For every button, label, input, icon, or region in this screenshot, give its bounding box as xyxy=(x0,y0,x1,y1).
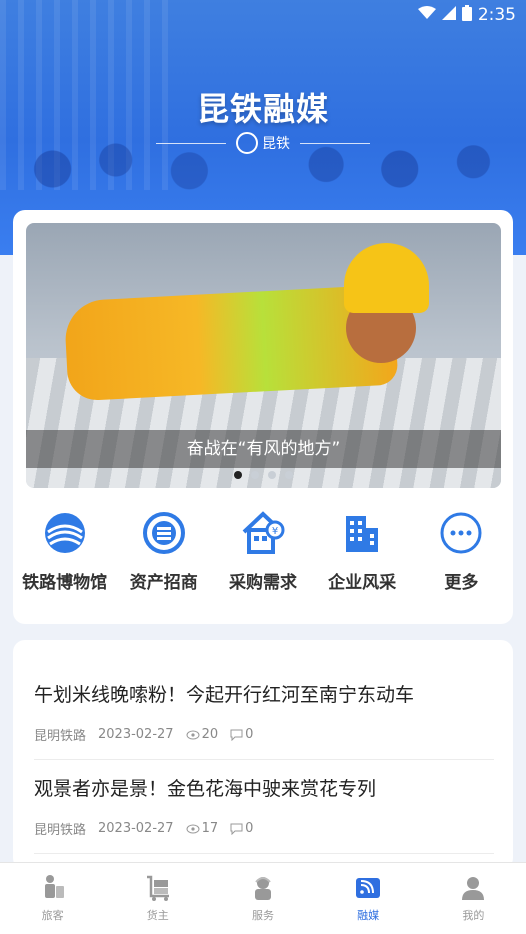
divider-line xyxy=(300,142,370,144)
status-time: 2:35 xyxy=(477,5,516,25)
bottom-tab-bar: 旅客 货主 服务 融媒 我的 xyxy=(0,862,526,934)
battery-icon xyxy=(461,5,472,25)
tab-passenger[interactable]: 旅客 xyxy=(3,874,103,923)
carousel-dot[interactable] xyxy=(251,471,259,479)
news-item[interactable]: 午划米线晚嗦粉！今起开行红河至南宁东动车 昆明铁路 2023-02-27 20 … xyxy=(34,680,494,744)
news-source: 昆明铁路 xyxy=(34,729,87,744)
featured-card: 奋战在“有风的地方” 铁路博物馆 资产招商 ¥ 采购需求 企业风采 更多 xyxy=(13,210,513,624)
news-title: 午划米线晚嗦粉！今起开行红河至南宁东动车 xyxy=(34,684,415,706)
news-source: 昆明铁路 xyxy=(34,823,87,838)
shortcut-railway-museum[interactable]: 铁路博物馆 xyxy=(17,510,113,593)
news-divider xyxy=(34,759,494,760)
views-count: 20 xyxy=(201,727,219,742)
coin-icon xyxy=(142,512,185,554)
shortcut-label: 更多 xyxy=(444,573,479,593)
carousel-dot[interactable] xyxy=(234,471,242,479)
profile-icon xyxy=(462,877,485,900)
brand-logo-row: 昆铁 xyxy=(0,132,526,154)
status-bar: 2:35 xyxy=(0,0,526,30)
tab-label: 旅客 xyxy=(41,909,64,922)
logo-text: 昆铁 xyxy=(262,136,290,152)
comment-icon xyxy=(230,729,243,741)
comments-stat: 0 xyxy=(230,821,253,836)
carousel-dot[interactable] xyxy=(285,471,293,479)
news-meta: 昆明铁路 2023-02-27 20 0 xyxy=(34,725,494,744)
brand-title: 昆铁融媒 xyxy=(196,90,329,128)
banner-caption: 奋战在“有风的地方” xyxy=(26,430,501,468)
tab-profile[interactable]: 我的 xyxy=(423,874,523,923)
carousel-dot[interactable] xyxy=(268,471,276,479)
railway-logo: 昆铁 xyxy=(236,132,290,154)
tab-label: 融媒 xyxy=(357,909,380,922)
tab-label: 服务 xyxy=(251,909,274,922)
news-title: 观景者亦是景！金色花海中驶来赏花专列 xyxy=(34,778,377,800)
carousel-indicators xyxy=(26,471,501,479)
service-icon xyxy=(254,877,271,900)
news-divider xyxy=(34,853,494,854)
comment-icon xyxy=(230,823,243,835)
eye-icon xyxy=(186,730,200,739)
svg-text:¥: ¥ xyxy=(272,526,278,537)
building-icon xyxy=(346,516,379,552)
purchase-icon: ¥ xyxy=(242,511,285,554)
museum-icon xyxy=(44,513,85,553)
tab-media[interactable]: 融媒 xyxy=(318,874,418,923)
shortcut-label: 资产招商 xyxy=(129,573,198,593)
eye-icon xyxy=(186,824,200,833)
views-count: 17 xyxy=(201,821,219,836)
banner-carousel[interactable]: 奋战在“有风的地方” xyxy=(26,223,501,488)
comments-count: 0 xyxy=(245,821,254,836)
railway-logo-icon xyxy=(236,132,258,154)
views-stat: 17 xyxy=(186,821,219,836)
tab-label: 我的 xyxy=(462,909,485,922)
news-list: 午划米线晚嗦粉！今起开行红河至南宁东动车 昆明铁路 2023-02-27 20 … xyxy=(13,640,513,870)
views-stat: 20 xyxy=(186,727,219,742)
shortcut-grid: 铁路博物馆 资产招商 ¥ 采购需求 企业风采 更多 xyxy=(13,510,513,593)
more-icon xyxy=(440,512,482,554)
shortcut-enterprise-style[interactable]: 企业风采 xyxy=(314,510,410,593)
signal-icon xyxy=(441,6,456,24)
news-date: 2023-02-27 xyxy=(98,727,174,742)
shortcut-label: 铁路博物馆 xyxy=(22,573,108,593)
shortcut-asset-investment[interactable]: 资产招商 xyxy=(116,510,212,593)
tab-label: 货主 xyxy=(146,909,169,922)
passenger-icon xyxy=(44,875,64,898)
tab-cargo[interactable]: 货主 xyxy=(108,874,208,923)
media-icon xyxy=(356,878,381,898)
shortcut-label: 采购需求 xyxy=(228,573,297,593)
tab-service[interactable]: 服务 xyxy=(213,874,313,923)
news-item[interactable]: 观景者亦是景！金色花海中驶来赏花专列 昆明铁路 2023-02-27 17 0 xyxy=(34,774,494,838)
wifi-icon xyxy=(417,6,436,24)
news-date: 2023-02-27 xyxy=(98,821,174,836)
shortcut-label: 企业风采 xyxy=(328,573,397,593)
cargo-icon xyxy=(146,875,169,901)
comments-count: 0 xyxy=(245,727,254,742)
helmet-icon xyxy=(344,243,429,313)
news-meta: 昆明铁路 2023-02-27 17 0 xyxy=(34,819,494,838)
shortcut-purchase-demand[interactable]: ¥ 采购需求 xyxy=(215,510,311,593)
divider-line xyxy=(156,142,226,144)
comments-stat: 0 xyxy=(230,727,253,742)
shortcut-more[interactable]: 更多 xyxy=(413,510,509,593)
